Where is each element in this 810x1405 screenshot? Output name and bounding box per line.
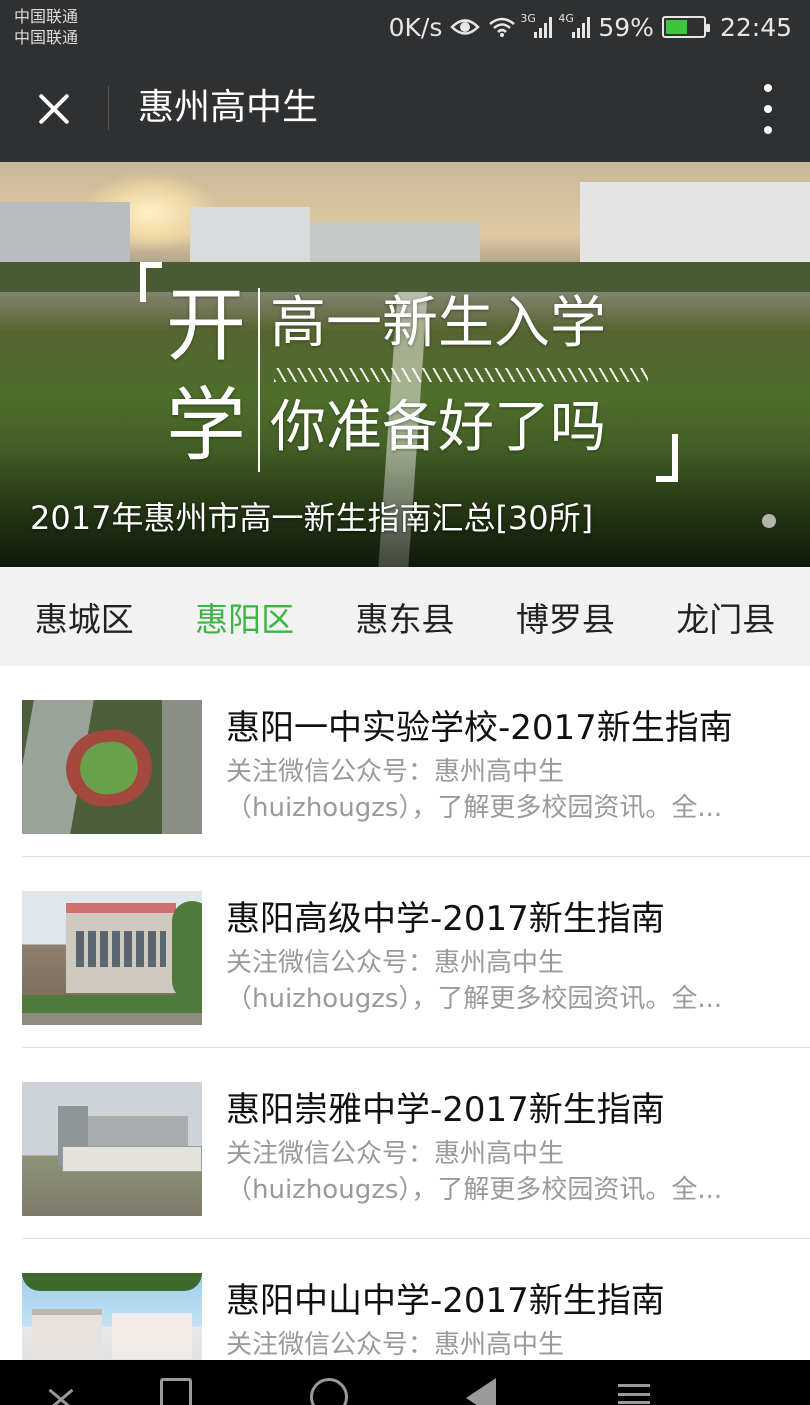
status-icons: 0K/s 3G 4G 59% 22:45 <box>389 10 792 44</box>
bracket-decoration <box>656 434 678 482</box>
hatch-decoration <box>274 368 648 382</box>
back-triangle-icon[interactable] <box>466 1378 496 1405</box>
article-summary: 关注微信公众号：惠州高中生 （huizhougzs），了解更多校园资讯。全... <box>226 948 723 1014</box>
battery-charging-icon <box>661 16 710 38</box>
top-bar: 惠州高中生 <box>0 54 810 162</box>
carrier-1: 中国联通 <box>14 7 79 26</box>
wifi-icon <box>489 17 516 37</box>
tab-huiyang[interactable]: 惠阳区 <box>189 583 300 651</box>
square-icon[interactable] <box>160 1378 192 1405</box>
list-item[interactable]: 惠阳崇雅中学-2017新生指南 关注微信公众号：惠州高中生 （huizhougz… <box>0 1048 810 1239</box>
clock: 22:45 <box>719 12 792 42</box>
banner-carousel[interactable]: 开 学 高一新生入学 你准备好了吗 2017年惠州市高一新生指南汇总[30所] <box>0 162 810 567</box>
net-speed: 0K/s <box>388 12 443 42</box>
carousel-indicator <box>762 514 776 528</box>
bracket-decoration <box>140 262 162 302</box>
banner-caption: 2017年惠州市高一新生指南汇总[30所] <box>30 499 594 537</box>
article-summary: 关注微信公众号：惠州高中生 （huizhougzs），了解更多校园资讯。全... <box>226 1139 723 1205</box>
page-title: 惠州高中生 <box>138 87 319 128</box>
list-item[interactable]: 惠阳一中实验学校-2017新生指南 关注微信公众号：惠州高中生 （huizhou… <box>0 666 810 857</box>
tab-huidong[interactable]: 惠东县 <box>349 583 460 651</box>
article-list: 惠阳一中实验学校-2017新生指南 关注微信公众号：惠州高中生 （huizhou… <box>0 666 810 1360</box>
banner-divider <box>258 288 260 472</box>
tab-huicheng[interactable]: 惠城区 <box>29 583 140 651</box>
list-item[interactable]: 惠阳高级中学-2017新生指南 关注微信公众号：惠州高中生 （huizhougz… <box>0 857 810 1048</box>
district-tabs: 惠城区 惠阳区 惠东县 博罗县 龙门县 <box>0 567 810 666</box>
banner-slogan: 你准备好了吗 <box>270 395 606 460</box>
signal-icon-2: 4G <box>558 12 591 38</box>
eye-icon <box>450 19 481 35</box>
list-item[interactable]: 惠阳中山中学-2017新生指南 关注微信公众号：惠州高中生 <box>0 1239 810 1360</box>
article-summary: 关注微信公众号：惠州高中生 <box>226 1330 565 1360</box>
banner-big-char: 开 <box>166 279 246 372</box>
article-thumbnail <box>22 1082 202 1216</box>
article-title: 惠阳中山中学-2017新生指南 <box>226 1281 665 1321</box>
signal-1-tag: 3G <box>520 12 536 25</box>
carrier-info: 中国联通 中国联通 <box>14 6 78 48</box>
article-title: 惠阳高级中学-2017新生指南 <box>226 899 665 939</box>
home-circle-icon[interactable] <box>310 1378 348 1405</box>
article-thumbnail <box>22 1273 202 1360</box>
collapse-icon[interactable] <box>46 1386 76 1405</box>
banner-slogan: 高一新生入学 <box>270 291 606 356</box>
menu-icon[interactable] <box>618 1384 650 1404</box>
close-icon[interactable] <box>20 76 88 140</box>
article-summary: 关注微信公众号：惠州高中生 （huizhougzs），了解更多校园资讯。全... <box>226 757 723 823</box>
article-thumbnail <box>22 700 202 834</box>
article-thumbnail <box>22 891 202 1025</box>
system-nav-bar <box>0 1360 810 1405</box>
tab-longmen[interactable]: 龙门县 <box>670 583 781 651</box>
status-bar: 中国联通 中国联通 0K/s 3G 4G 59% 22:45 <box>0 0 810 54</box>
carrier-2: 中国联通 <box>14 28 79 47</box>
battery-percent: 59% <box>598 12 654 42</box>
article-title: 惠阳一中实验学校-2017新生指南 <box>226 708 733 748</box>
banner-big-char: 学 <box>166 379 246 472</box>
signal-icon: 3G <box>520 12 553 38</box>
title-divider <box>108 86 109 130</box>
tab-boluo[interactable]: 博罗县 <box>510 583 621 651</box>
more-vertical-icon[interactable] <box>756 84 780 134</box>
signal-2-tag: 4G <box>558 12 574 25</box>
article-title: 惠阳崇雅中学-2017新生指南 <box>226 1090 665 1130</box>
